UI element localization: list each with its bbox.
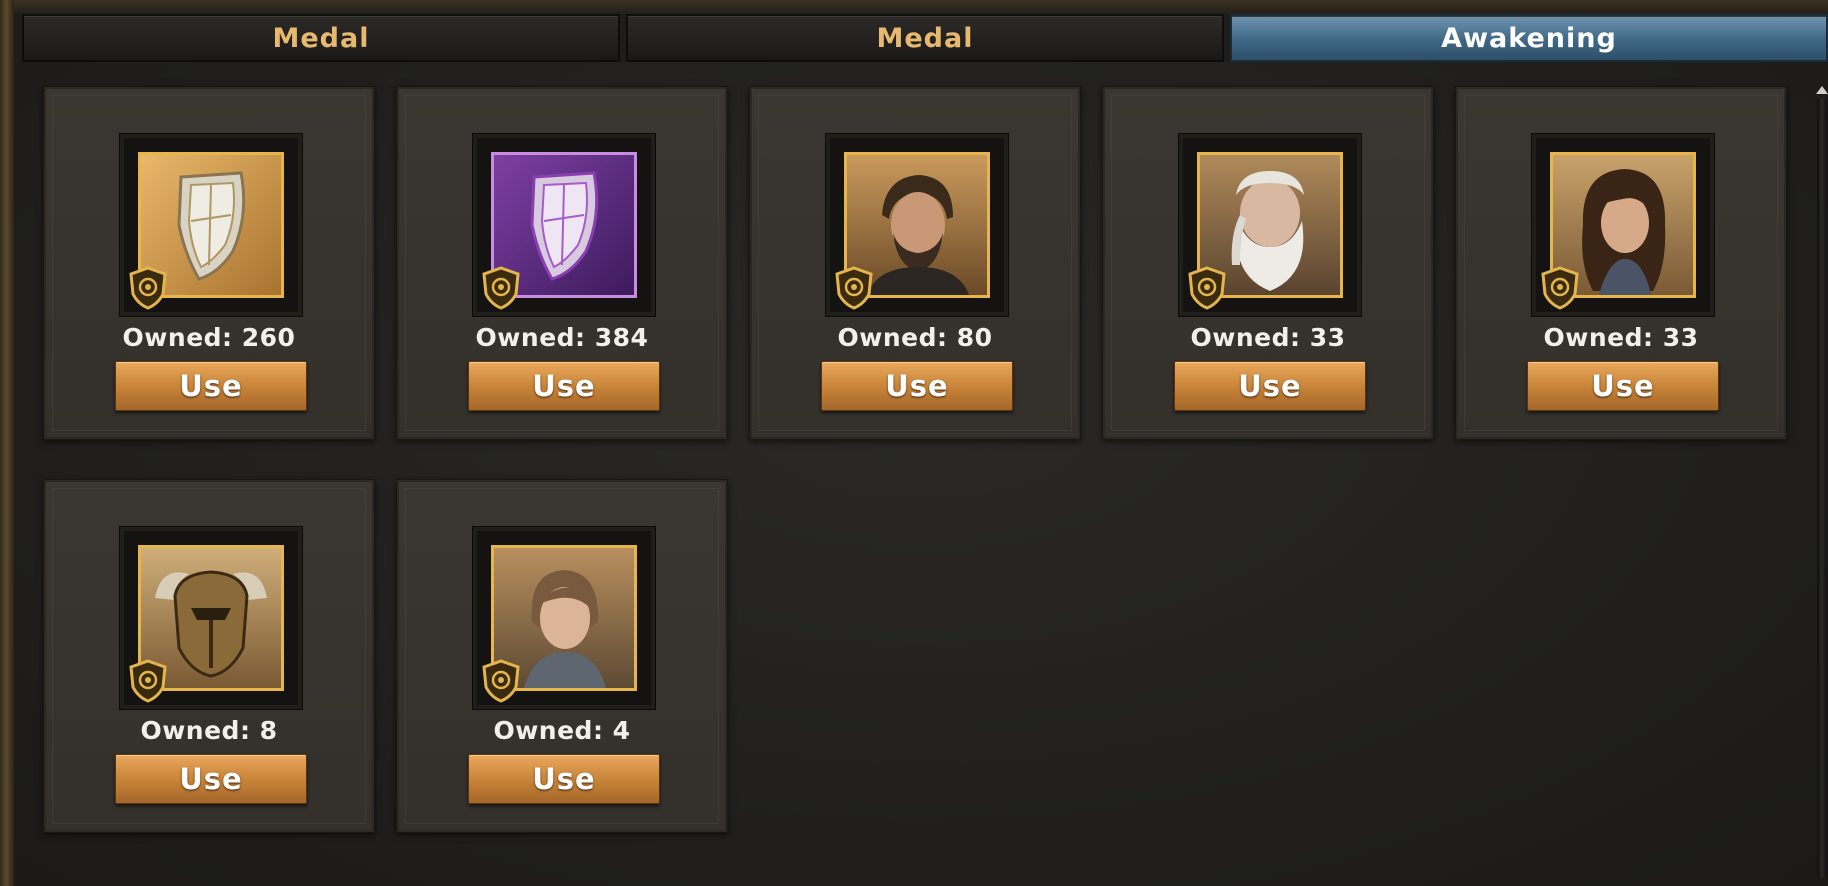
tab-bar: Medal Medal Awakening [22, 14, 1828, 62]
item-frame [472, 133, 656, 317]
shield-badge-icon [482, 659, 520, 703]
top-frame-border [0, 0, 1828, 14]
use-button[interactable]: Use [821, 361, 1013, 411]
item-card: Owned: 33 Use [1102, 86, 1434, 440]
item-frame [1178, 133, 1362, 317]
use-button[interactable]: Use [468, 754, 660, 804]
owned-count: Owned: 384 [475, 323, 649, 352]
item-frame [825, 133, 1009, 317]
item-frame [119, 133, 303, 317]
use-button[interactable]: Use [1174, 361, 1366, 411]
owned-count: Owned: 8 [140, 716, 278, 745]
scroll-thumb[interactable] [1817, 98, 1827, 878]
use-button[interactable]: Use [115, 754, 307, 804]
shield-badge-icon [129, 266, 167, 310]
owned-count: Owned: 4 [493, 716, 631, 745]
item-card: Owned: 4 Use [396, 479, 728, 833]
items-panel: Owned: 260 Use Owned: 384 Use Owned: 80 … [14, 62, 1828, 886]
shield-badge-icon [482, 266, 520, 310]
use-button[interactable]: Use [115, 361, 307, 411]
shield-badge-icon [129, 659, 167, 703]
item-frame [119, 526, 303, 710]
item-frame [472, 526, 656, 710]
shield-badge-icon [835, 266, 873, 310]
item-frame [1531, 133, 1715, 317]
use-button[interactable]: Use [468, 361, 660, 411]
tab-awakening[interactable]: Awakening [1230, 14, 1828, 62]
item-card: Owned: 384 Use [396, 86, 728, 440]
owned-count: Owned: 33 [1190, 323, 1346, 352]
item-card: Owned: 260 Use [43, 86, 375, 440]
item-card: Owned: 33 Use [1455, 86, 1787, 440]
shield-badge-icon [1541, 266, 1579, 310]
scrollbar[interactable] [1814, 86, 1828, 886]
owned-count: Owned: 80 [837, 323, 993, 352]
left-frame-border [0, 0, 14, 886]
tab-medal-1[interactable]: Medal [22, 14, 620, 62]
use-button[interactable]: Use [1527, 361, 1719, 411]
scroll-up-arrow-icon[interactable] [1816, 86, 1828, 94]
shield-badge-icon [1188, 266, 1226, 310]
owned-count: Owned: 33 [1543, 323, 1699, 352]
item-grid: Owned: 260 Use Owned: 384 Use Owned: 80 … [43, 86, 1787, 833]
item-card: Owned: 8 Use [43, 479, 375, 833]
owned-count: Owned: 260 [122, 323, 296, 352]
item-card: Owned: 80 Use [749, 86, 1081, 440]
tab-medal-2[interactable]: Medal [626, 14, 1224, 62]
